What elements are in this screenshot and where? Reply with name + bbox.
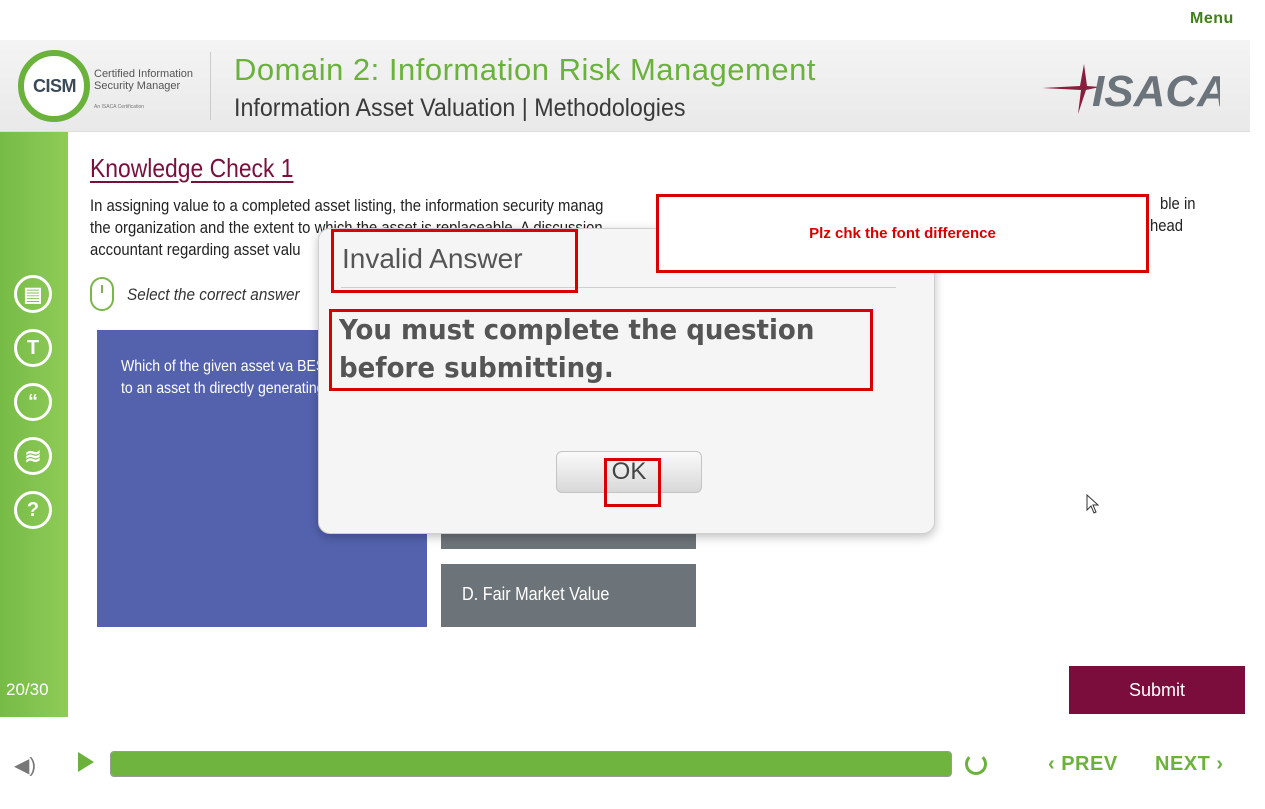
- question-tail-2: head: [1150, 217, 1184, 235]
- progress-fill: [111, 752, 951, 776]
- isaca-wordmark: ISACA: [1092, 67, 1220, 116]
- domain-title: Domain 2: Information Risk Management: [234, 52, 816, 87]
- glossary-icon[interactable]: T: [14, 329, 52, 367]
- knowledge-check-title: Knowledge Check 1: [90, 153, 294, 183]
- glossary-glyph: T: [26, 336, 40, 359]
- page-counter: 20/30: [6, 680, 49, 699]
- layers-icon[interactable]: ≋: [14, 437, 52, 475]
- next-button[interactable]: NEXT ›: [1155, 753, 1224, 776]
- cism-logo-tagline: An ISACA Certification: [94, 104, 145, 110]
- volume-icon[interactable]: ◀): [14, 753, 36, 778]
- quote-icon[interactable]: “: [14, 383, 52, 421]
- layers-glyph: ≋: [24, 445, 42, 468]
- annotation-box-ok: [604, 458, 661, 507]
- progress-bar[interactable]: [110, 751, 952, 777]
- mouse-icon: [90, 277, 114, 311]
- annotation-box-title: [331, 229, 578, 293]
- prev-button[interactable]: ‹ PREV: [1048, 753, 1118, 776]
- cism-logo-text: CISM: [33, 76, 77, 96]
- option-d-label: D. Fair Market Value: [462, 584, 610, 604]
- annotation-box-message: [329, 309, 873, 391]
- cism-logo-subtitle: Certified Information Security Manager: [94, 68, 194, 92]
- instruction-text: Select the correct answer: [127, 285, 300, 304]
- question-tail-1: ble in: [1160, 195, 1196, 213]
- answer-option-d[interactable]: D. Fair Market Value: [441, 564, 696, 627]
- annotation-note: Plz chk the font difference: [656, 194, 1149, 273]
- left-sidebar: ▤ T “ ≋ ? 20/30: [0, 132, 68, 717]
- course-header: CISM Certified Information Security Mana…: [0, 40, 1250, 132]
- player-footer: ◀) ‹ PREV NEXT ›: [0, 717, 1265, 809]
- menu-link[interactable]: Menu: [1190, 10, 1234, 28]
- document-icon[interactable]: ▤: [14, 275, 52, 313]
- quote-glyph: “: [28, 390, 38, 413]
- help-glyph: ?: [26, 498, 40, 521]
- prev-label: PREV: [1061, 753, 1118, 775]
- mouse-cursor-icon: [1086, 494, 1100, 514]
- next-label: NEXT: [1155, 753, 1211, 775]
- document-glyph: ▤: [23, 283, 43, 306]
- cism-logo: CISM: [18, 50, 90, 122]
- isaca-logo: ISACA: [1042, 64, 1220, 116]
- play-icon[interactable]: [78, 752, 94, 772]
- help-icon[interactable]: ?: [14, 491, 52, 529]
- submit-button[interactable]: Submit: [1069, 666, 1245, 714]
- header-divider: [210, 52, 211, 120]
- topic-subtitle: Information Asset Valuation | Methodolog…: [234, 94, 686, 122]
- replay-icon[interactable]: [965, 753, 987, 775]
